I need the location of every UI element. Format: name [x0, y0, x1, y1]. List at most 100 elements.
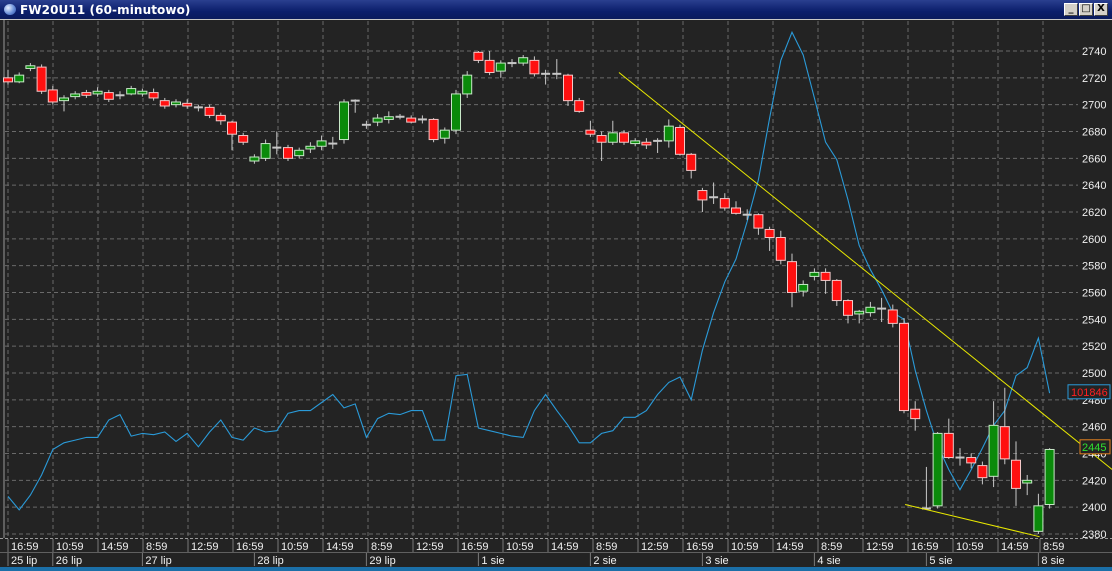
candle-body-down [686, 153, 697, 171]
candle-doji [272, 146, 282, 149]
candle-body-up [383, 116, 394, 120]
candlestick-chart[interactable]: 2740 2720 2700 2680 2660 2640 2620 2600 2580 2560… [0, 0, 1112, 567]
candle-body-up [171, 101, 181, 106]
time-tick-label: 16:59 [911, 541, 939, 553]
time-tick-label: 10:59 [506, 541, 534, 553]
candle-body-down [910, 408, 921, 420]
candle-body-up [439, 129, 450, 139]
time-tick-label: 10:59 [56, 541, 84, 553]
time-tick-label: 14:59 [776, 541, 804, 553]
candle-body-up [630, 140, 641, 145]
candle-body-down [3, 77, 13, 83]
candle-body-down [529, 59, 540, 75]
time-tick-label: 8:59 [371, 541, 392, 553]
candle-body-down [764, 228, 775, 238]
candle-body-up [462, 74, 473, 95]
price-tick-label: 2400 [1082, 502, 1106, 514]
date-label: 29 lip [369, 555, 395, 567]
candle [1044, 448, 1055, 509]
date-label: 2 sie [593, 555, 616, 567]
candle-body-up [1022, 479, 1033, 484]
price-tick-label: 2460 [1082, 422, 1106, 434]
candle-body-up [932, 432, 943, 507]
time-tick-label: 12:59 [866, 541, 894, 553]
candle-body-up [92, 90, 103, 95]
candle-body-down [428, 118, 439, 141]
price-tick-label: 2680 [1082, 127, 1106, 139]
candle-body-up [607, 132, 618, 143]
candle-body-down [215, 114, 226, 122]
candle-body-up [316, 140, 327, 147]
price-tick-label: 2580 [1082, 261, 1106, 273]
candle-body-down [787, 261, 797, 294]
price-tick-label: 2560 [1082, 288, 1106, 300]
time-tick-label: 14:59 [551, 541, 579, 553]
candle-body-up [14, 74, 25, 83]
candle-body-up [451, 93, 461, 131]
candle-doji [709, 196, 719, 199]
candle-body-down [36, 66, 47, 92]
date-label: 5 sie [929, 555, 952, 567]
candle-doji [361, 123, 371, 126]
candle-body-up [70, 93, 81, 98]
candle [36, 64, 47, 94]
candle-doji [742, 213, 752, 216]
time-axis: 16:59 10:59 14:59 8:59 12:59 16:59 10:59 14:59 8… [0, 538, 1112, 567]
price-tick-label: 2740 [1082, 46, 1106, 58]
candle-body-down [574, 100, 585, 112]
last-price-label: 2445 [1082, 442, 1106, 454]
candle-body-down [731, 207, 741, 214]
candle-body-down [204, 106, 215, 116]
date-label: 3 sie [705, 555, 728, 567]
candle-body-down [775, 236, 786, 261]
candle-body-down [887, 309, 898, 324]
candle [619, 130, 629, 145]
candle-body-down [406, 117, 417, 123]
time-tick-label: 10:59 [281, 541, 309, 553]
candle-body-down [1011, 459, 1021, 489]
price-tick-label: 2520 [1082, 341, 1106, 353]
time-tick-label: 8:59 [1043, 541, 1064, 553]
candle-body-down [227, 121, 237, 135]
candle-body-up [339, 101, 349, 141]
candle-body-up [249, 156, 260, 162]
candle-body-up [305, 145, 316, 150]
candle-doji [417, 118, 427, 121]
candle-body-down [753, 214, 764, 229]
price-tick-label: 2420 [1082, 475, 1106, 487]
time-tick-label: 14:59 [101, 541, 129, 553]
candle-doji [552, 72, 562, 75]
time-tick-label: 16:59 [461, 541, 489, 553]
candle [932, 432, 943, 509]
time-tick-label: 8:59 [146, 541, 167, 553]
candle-body-down [596, 135, 607, 143]
candle-body-down [47, 89, 58, 103]
time-tick-label: 12:59 [191, 541, 219, 553]
candle-body-up [137, 90, 148, 95]
bottom-scrollbar[interactable] [0, 567, 1112, 571]
candle [574, 97, 585, 113]
time-tick-label: 12:59 [416, 541, 444, 553]
candle-body-up [809, 271, 820, 277]
date-label: 8 sie [1041, 555, 1064, 567]
candle [283, 144, 293, 162]
price-tick-label: 2500 [1082, 368, 1106, 380]
candle-doji [328, 142, 338, 145]
candle-doji [350, 99, 360, 102]
candle-body-up [988, 424, 999, 477]
candle-body-up [854, 310, 865, 315]
candle-body-down [899, 322, 909, 412]
candle-body-up [865, 306, 876, 314]
candle [899, 317, 909, 414]
candle [339, 99, 349, 144]
time-tick-label: 16:59 [686, 541, 714, 553]
candle-body-up [59, 97, 69, 102]
candle-body-down [831, 279, 842, 302]
candle-doji [541, 72, 551, 75]
candle-body-down [619, 132, 629, 143]
price-tick-label: 2700 [1082, 100, 1106, 112]
candle-doji [507, 62, 517, 65]
candle-body-up [372, 117, 383, 123]
price-tick-label: 2600 [1082, 234, 1106, 246]
candle-body-down [966, 457, 977, 464]
